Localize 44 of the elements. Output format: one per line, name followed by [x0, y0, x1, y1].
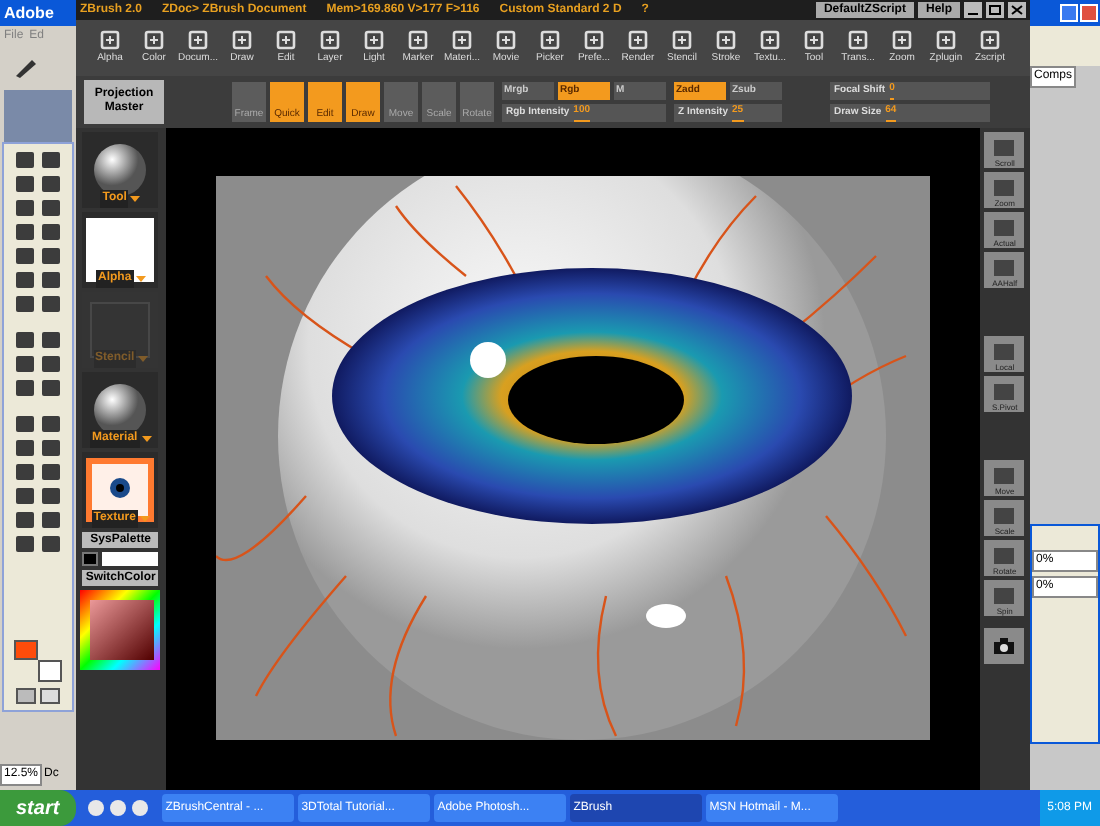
menu-glyph-icon[interactable]	[230, 28, 254, 53]
menu-glyph-icon[interactable]	[802, 28, 826, 53]
menu-glyph-icon[interactable]	[670, 28, 694, 53]
menu-glyph-icon[interactable]	[978, 28, 1002, 53]
menu-glyph-icon[interactable]	[758, 28, 782, 53]
background-color-swatch[interactable]	[38, 660, 62, 682]
main-color-swatch[interactable]	[102, 552, 159, 566]
start-button[interactable]: start	[0, 790, 76, 826]
standard-mode-icon[interactable]	[16, 688, 36, 704]
menu-glyph-icon[interactable]	[186, 28, 210, 53]
maximize-icon[interactable]	[986, 2, 1004, 18]
menu-glyph-icon[interactable]	[98, 28, 122, 53]
texture-thumbnail	[86, 458, 155, 522]
panel-background	[1030, 26, 1100, 66]
menu-glyph-icon[interactable]	[450, 28, 474, 53]
menu-glyph-icon[interactable]	[714, 28, 738, 53]
menu-glyph-icon[interactable]	[846, 28, 870, 53]
menu-glyph-icon[interactable]	[406, 28, 430, 53]
empty-thumbnail	[90, 302, 151, 358]
camera-button[interactable]	[984, 628, 1025, 664]
alpha-thumbnail	[86, 218, 155, 282]
restore-icon[interactable]	[1060, 4, 1078, 22]
menu-glyph-icon[interactable]	[582, 28, 606, 53]
menu-glyph-icon[interactable]	[626, 28, 650, 53]
menu-glyph-icon[interactable]	[142, 28, 166, 53]
menu-glyph-icon[interactable]	[362, 28, 386, 53]
menu-glyph-icon[interactable]	[274, 28, 298, 53]
brush-icon[interactable]	[12, 56, 40, 80]
foreground-color-swatch[interactable]	[14, 640, 38, 660]
menu-glyph-icon[interactable]	[318, 28, 342, 53]
camera-icon	[994, 638, 1015, 654]
palette-thumbnail	[4, 90, 72, 142]
sphere-icon	[92, 142, 149, 198]
secondary-color-swatch[interactable]	[82, 552, 99, 566]
close-icon[interactable]	[1008, 2, 1026, 18]
menu-glyph-icon[interactable]	[934, 28, 958, 53]
window-title: Adobe	[4, 1, 54, 25]
menu-glyph-icon[interactable]	[890, 28, 914, 53]
quick-mask-icon[interactable]	[40, 688, 60, 704]
color-picker[interactable]	[80, 590, 161, 670]
menu-glyph-icon[interactable]	[538, 28, 562, 53]
menu-glyph-icon[interactable]	[494, 28, 518, 53]
minimize-icon[interactable]	[964, 2, 982, 18]
caret-icon[interactable]	[141, 436, 152, 442]
